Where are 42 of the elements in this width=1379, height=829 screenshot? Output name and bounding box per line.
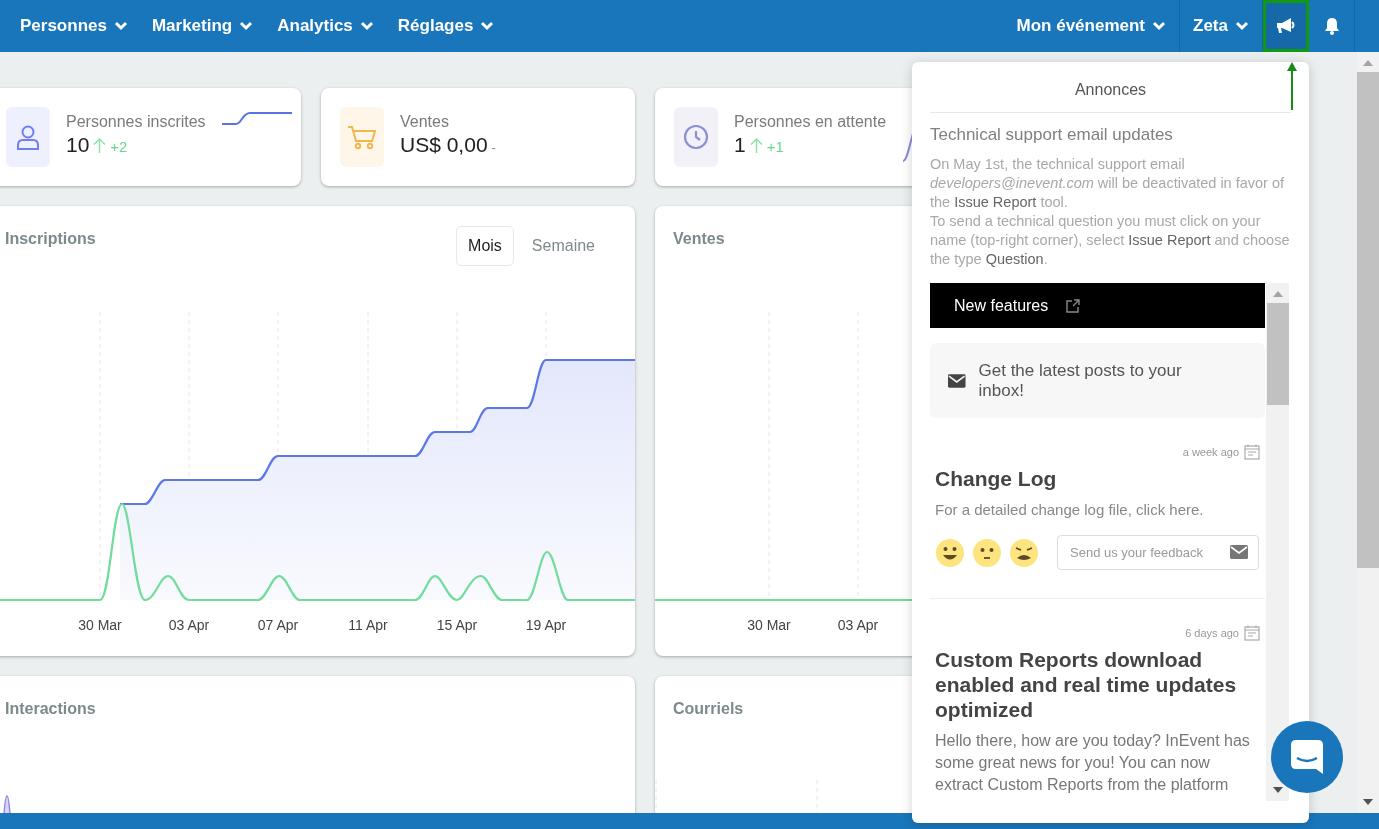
axis-label: 07 Apr: [257, 617, 299, 633]
axis-label: 11 Apr: [348, 617, 388, 633]
stat-label: Personnes inscrites: [66, 113, 206, 131]
post-title: Change Log: [935, 466, 1058, 491]
chart-title: Inscriptions: [5, 230, 96, 248]
axis-label: 30 Mar: [747, 617, 791, 633]
period-tab[interactable]: Mois: [456, 226, 514, 266]
feedback-field[interactable]: Send us your feedback: [1057, 535, 1259, 570]
axis-label: 15 Apr: [436, 617, 478, 633]
stat-change: +1: [766, 138, 784, 155]
post-body: Hello there, how are you today? InEvent has some great news for you! You can now extract Custom Reports from the platform: [935, 731, 1251, 795]
stat-change: +2: [110, 138, 128, 155]
axis-label: 19 Apr: [525, 617, 567, 633]
subscribe-text: Get the latest posts to your inbox!: [978, 360, 1183, 401]
popover-title: Annonces: [930, 62, 1291, 113]
notice-paragraph: To send a technical question you must click on your name (top-right corner), select Issue Report and choose the type Question.: [930, 212, 1291, 269]
widget-title: New features: [954, 296, 1049, 315]
notice-paragraph: On May 1st, the technical support email developers@inevent.com will be deactivated in favor of the Issue Report tool.: [930, 155, 1286, 212]
post-title: Custom Reports download enabled and real time updates optimized: [935, 647, 1238, 722]
nav-menu[interactable]: Personnes: [8, 0, 140, 52]
axis-label: 30 Mar: [78, 617, 122, 633]
stat-value: 10: [66, 133, 90, 157]
stat-value: 1: [734, 133, 746, 157]
post-body: For a detailed change log file, click here.: [935, 500, 1205, 520]
stat-label: Personnes en attente: [734, 113, 887, 131]
notice-heading: Technical support email updates: [930, 125, 1174, 145]
subscribe-banner[interactable]: Get the latest posts to your inbox!: [930, 343, 1265, 418]
nav-menu[interactable]: Mon événement: [1003, 0, 1181, 52]
period-tab[interactable]: Semaine: [519, 226, 607, 266]
nav-menu[interactable]: Analytics: [265, 0, 386, 52]
chart-title: Interactions: [5, 700, 96, 718]
post-time: a week ago: [1182, 446, 1239, 458]
stat-change: -: [491, 140, 496, 155]
chart-title: Courriels: [673, 700, 744, 718]
post-time: 6 days ago: [1185, 627, 1239, 639]
axis-label: 03 Apr: [168, 617, 210, 633]
chart-title: Ventes: [673, 230, 725, 248]
axis-label: 03 Apr: [837, 617, 879, 633]
stat-value: US$ 0,00: [400, 133, 488, 157]
nav-menu[interactable]: Réglages: [385, 0, 507, 52]
nav-menu[interactable]: Marketing: [139, 0, 266, 52]
stat-label: Ventes: [400, 113, 450, 131]
